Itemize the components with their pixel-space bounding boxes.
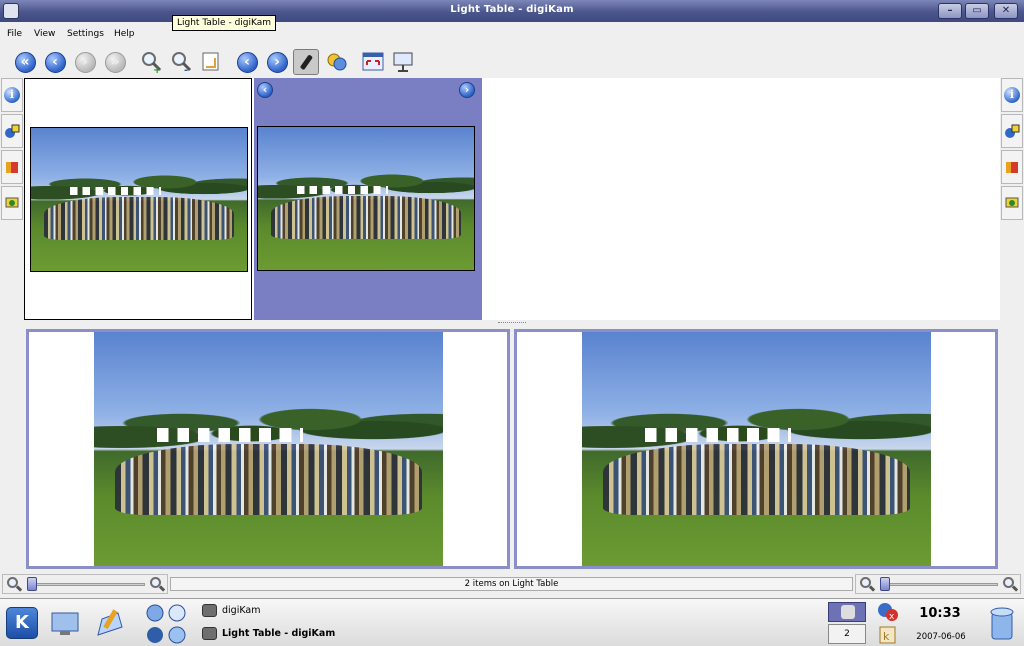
geolocation-icon <box>1005 197 1019 208</box>
tooltip: Light Table - digiKam <box>172 15 277 31</box>
left-preview-image <box>94 332 443 566</box>
left-tab-metadata[interactable] <box>1 114 23 148</box>
svg-text:k: k <box>883 630 890 643</box>
right-zoom-control <box>855 574 1021 594</box>
right-tab-geolocation[interactable] <box>1001 186 1023 220</box>
right-tab-properties[interactable]: i <box>1001 78 1023 112</box>
status-message: 2 items on Light Table <box>170 577 853 591</box>
right-tab-metadata[interactable] <box>1001 114 1023 148</box>
pager-window-icon <box>841 605 855 619</box>
window-title: Light Table - digiKam <box>450 4 574 15</box>
left-tab-geolocation[interactable] <box>1 186 23 220</box>
zoom-in-icon[interactable] <box>149 577 166 593</box>
previous-button[interactable]: ‹ <box>234 49 260 75</box>
sync-preview-button[interactable] <box>293 49 319 75</box>
info-icon: i <box>1004 87 1020 103</box>
slideshow-icon <box>393 52 413 72</box>
zoom-in-button[interactable]: + <box>138 49 164 75</box>
forward-button[interactable]: › <box>72 49 98 75</box>
zoom-out-icon: - <box>172 52 192 74</box>
camera-icon <box>202 627 217 640</box>
camera-icon <box>202 604 217 617</box>
thumbnail-image <box>30 127 248 272</box>
left-preview-panel[interactable] <box>26 329 510 569</box>
back-button[interactable]: ‹ <box>42 49 68 75</box>
pager-desktop-2[interactable]: 2 <box>828 624 866 644</box>
right-tab-colors[interactable] <box>1001 150 1023 184</box>
close-button[interactable]: ✕ <box>994 3 1018 19</box>
desktop-icon[interactable] <box>50 609 82 637</box>
fit-to-window-button[interactable] <box>198 49 224 75</box>
first-button[interactable]: « <box>12 49 38 75</box>
right-zoom-slider-handle[interactable] <box>880 577 890 591</box>
back-icon: ‹ <box>44 51 66 73</box>
slideshow-button[interactable] <box>390 49 416 75</box>
task-digikam[interactable]: digiKam <box>202 602 260 620</box>
forward-icon: › <box>74 51 96 73</box>
move-left-icon[interactable]: ‹ <box>257 82 273 98</box>
right-preview-panel[interactable] <box>514 329 998 569</box>
light-table-thumbbar: ‹ › <box>24 78 1000 320</box>
zoom-out-icon[interactable] <box>6 577 23 593</box>
trash-icon[interactable] <box>987 603 1017 643</box>
toolbar: « ‹ › » + - ‹ › <box>0 45 1024 77</box>
splitter-handle[interactable] <box>498 322 526 326</box>
compare-icon <box>327 53 347 71</box>
pager-desktop-1[interactable] <box>828 602 866 622</box>
kde-taskbar: K digiKam Light Table - digiKam 2 x k <box>0 598 1024 646</box>
zoom-in-icon: + <box>142 52 161 74</box>
left-tab-properties[interactable]: i <box>1 78 23 112</box>
first-icon: « <box>14 51 36 73</box>
maximize-button[interactable]: ▭ <box>965 3 989 19</box>
zoom-out-button[interactable]: - <box>168 49 194 75</box>
right-preview-image <box>582 332 931 566</box>
thumbnail-item[interactable] <box>24 78 252 320</box>
quicklaunch-icons[interactable] <box>145 603 189 645</box>
zoom-in-icon[interactable] <box>1002 577 1019 593</box>
zoom-out-icon[interactable] <box>859 577 876 593</box>
left-zoom-slider-handle[interactable] <box>27 577 37 591</box>
last-button[interactable]: » <box>102 49 128 75</box>
window-titlebar[interactable]: Light Table - digiKam – ▭ ✕ <box>0 0 1024 22</box>
thumbnail-image <box>257 126 475 271</box>
fullscreen-icon <box>362 52 384 71</box>
klipper-tray-icon[interactable]: k <box>878 625 898 645</box>
menu-help[interactable]: Help <box>114 29 135 39</box>
geolocation-icon <box>5 197 19 208</box>
next-icon: › <box>266 51 288 73</box>
colors-icon <box>1006 162 1018 173</box>
menu-view[interactable]: View <box>34 29 55 39</box>
clock-time[interactable]: 10:33 <box>912 606 968 621</box>
compare-button[interactable] <box>324 49 350 75</box>
previous-icon: ‹ <box>236 51 258 73</box>
left-zoom-control <box>2 574 168 594</box>
svg-text:-: - <box>184 65 188 74</box>
menu-file[interactable]: File <box>7 29 22 39</box>
svg-text:+: + <box>153 65 161 74</box>
sync-icon <box>300 55 313 70</box>
kwrite-icon[interactable] <box>94 607 126 639</box>
menu-settings[interactable]: Settings <box>67 29 104 39</box>
thumbnail-item-selected[interactable]: ‹ › <box>254 78 482 320</box>
next-button[interactable]: › <box>264 49 290 75</box>
left-zoom-slider-track[interactable] <box>27 583 145 586</box>
clock-date: 2007-06-06 <box>916 632 966 642</box>
fullscreen-button[interactable] <box>360 49 386 75</box>
svg-text:x: x <box>889 612 895 622</box>
colors-icon <box>6 162 18 173</box>
move-right-icon[interactable]: › <box>459 82 475 98</box>
menu-bar: File View Settings Help <box>0 25 1024 43</box>
info-icon: i <box>4 87 20 103</box>
kde-menu-button[interactable]: K <box>6 607 38 639</box>
minimize-button[interactable]: – <box>938 3 962 19</box>
metadata-icon <box>5 124 20 138</box>
left-tab-colors[interactable] <box>1 150 23 184</box>
fit-to-window-icon <box>202 52 219 71</box>
metadata-icon <box>1005 124 1020 138</box>
last-icon: » <box>104 51 126 73</box>
right-zoom-slider-track[interactable] <box>880 583 998 586</box>
network-tray-icon[interactable]: x <box>876 601 900 623</box>
task-light-table[interactable]: Light Table - digiKam <box>202 625 335 643</box>
